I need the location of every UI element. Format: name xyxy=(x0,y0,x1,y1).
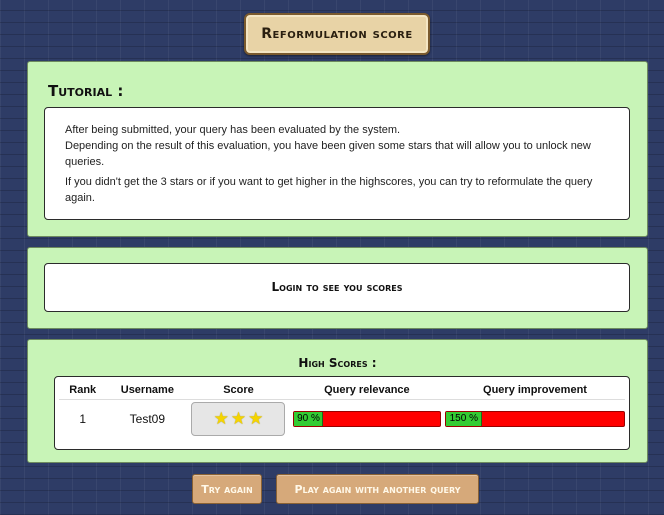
row-query-improvement: 150 % xyxy=(445,399,625,439)
column-header-score: Score xyxy=(188,381,289,400)
relevance-progress-bar: 90 % xyxy=(292,411,441,428)
tutorial-text: After being submitted, your query has be… xyxy=(65,122,609,206)
play-another-query-button[interactable]: Play again with another query xyxy=(276,474,479,504)
table-row: 1 Test09 ★ ★ ★ 90 % 150 % xyxy=(59,399,625,439)
star-icon: ★ xyxy=(213,409,229,429)
login-box: Login to see you scores xyxy=(44,263,630,312)
page-title: Reformulation score xyxy=(244,13,430,55)
column-header-query-relevance: Query relevance xyxy=(288,381,445,400)
star-rating: ★ ★ ★ xyxy=(191,402,286,437)
tutorial-paragraph-3: If you didn't get the 3 stars or if you … xyxy=(65,176,593,204)
relevance-progress-fill: 90 % xyxy=(293,412,324,427)
star-icon: ★ xyxy=(248,409,264,429)
highscores-table: Rank Username Score Query relevance Quer… xyxy=(59,381,625,439)
highscores-table-box: Rank Username Score Query relevance Quer… xyxy=(54,376,630,450)
highscores-title: High Scores : xyxy=(298,356,377,370)
row-rank: 1 xyxy=(79,412,87,427)
row-score: ★ ★ ★ xyxy=(188,399,289,439)
highscores-panel: High Scores : Rank Username Score Query … xyxy=(27,339,648,463)
column-header-username: Username xyxy=(106,381,189,400)
improvement-progress-bar: 150 % xyxy=(445,411,625,428)
tutorial-paragraph-1: After being submitted, your query has be… xyxy=(65,124,401,136)
tutorial-title: Tutorial : xyxy=(48,82,124,100)
tutorial-text-box: After being submitted, your query has be… xyxy=(44,107,630,220)
login-panel: Login to see you scores xyxy=(27,247,648,329)
row-query-relevance: 90 % xyxy=(289,399,445,439)
table-header-row: Rank Username Score Query relevance Quer… xyxy=(59,381,625,400)
improvement-progress-fill: 150 % xyxy=(446,412,482,427)
column-header-query-improvement: Query improvement xyxy=(445,381,625,400)
tutorial-panel: Tutorial : After being submitted, your q… xyxy=(27,61,648,237)
row-username: Test09 xyxy=(129,412,166,427)
column-header-rank: Rank xyxy=(59,381,107,400)
login-message: Login to see you scores xyxy=(271,280,403,294)
tutorial-paragraph-2: Depending on the result of this evaluati… xyxy=(65,140,591,168)
star-icon: ★ xyxy=(230,409,247,429)
try-again-button[interactable]: Try again xyxy=(192,474,262,504)
